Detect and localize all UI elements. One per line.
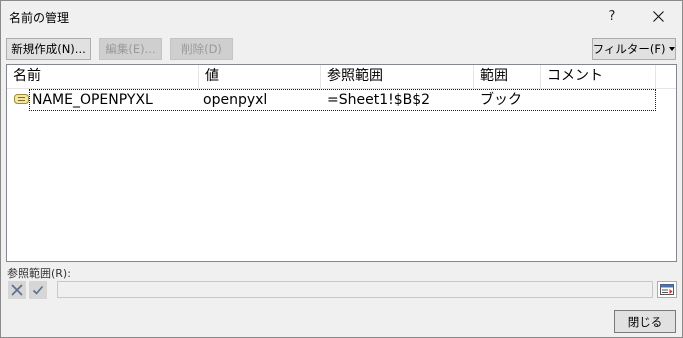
checkmark-icon — [32, 285, 44, 295]
dialog-title: 名前の管理 — [9, 11, 70, 25]
cell-name: NAME_OPENPYXL — [32, 92, 153, 108]
close-icon — [652, 10, 664, 22]
close-button-label: 閉じる — [627, 314, 663, 329]
list-header: 名前 値 参照範囲 範囲 コメント — [7, 65, 676, 89]
column-header-comment[interactable]: コメント — [541, 65, 656, 88]
cancel-x-icon — [11, 284, 23, 296]
names-list[interactable]: 名前 値 参照範囲 範囲 コメント NAME_OPENPYXL openpyxl… — [6, 64, 677, 262]
delete-name-button-label: 削除(D) — [181, 42, 222, 56]
column-header-name[interactable]: 名前 — [7, 65, 199, 88]
filter-button-label: フィルター(F) — [592, 42, 666, 56]
help-button[interactable]: ? — [589, 1, 635, 31]
collapse-dialog-button[interactable] — [657, 281, 677, 298]
column-header-scope[interactable]: 範囲 — [474, 65, 541, 88]
close-window-button[interactable] — [635, 1, 681, 31]
commit-edit-button[interactable] — [29, 281, 47, 299]
refers-to-label: 参照範囲(R): — [7, 267, 71, 280]
name-manager-dialog: 名前の管理 ? 新規作成(N)... 編集(E)... 削除(D) フィルター(… — [0, 0, 683, 338]
defined-name-icon — [14, 94, 29, 104]
edit-name-button-label: 編集(E)... — [105, 42, 156, 56]
cell-value: openpyxl — [203, 92, 268, 108]
cancel-edit-button[interactable] — [8, 281, 26, 299]
delete-name-button[interactable]: 削除(D) — [170, 38, 233, 60]
close-button[interactable]: 閉じる — [614, 310, 676, 333]
refers-to-input[interactable] — [57, 281, 653, 298]
column-header-refers-to[interactable]: 参照範囲 — [321, 65, 474, 88]
new-name-button[interactable]: 新規作成(N)... — [6, 38, 91, 60]
cell-scope: ブック — [480, 92, 522, 108]
cell-refers-to: =Sheet1!$B$2 — [327, 92, 431, 108]
range-select-icon — [660, 284, 674, 295]
list-item[interactable]: NAME_OPENPYXL openpyxl =Sheet1!$B$2 ブック — [7, 89, 676, 111]
new-name-button-label: 新規作成(N)... — [11, 42, 86, 56]
edit-name-button[interactable]: 編集(E)... — [99, 38, 162, 60]
column-header-value[interactable]: 値 — [199, 65, 321, 88]
dropdown-arrow-icon — [669, 47, 676, 51]
filter-dropdown-button[interactable]: フィルター(F) — [592, 38, 676, 60]
title-bar: 名前の管理 ? — [1, 1, 682, 31]
